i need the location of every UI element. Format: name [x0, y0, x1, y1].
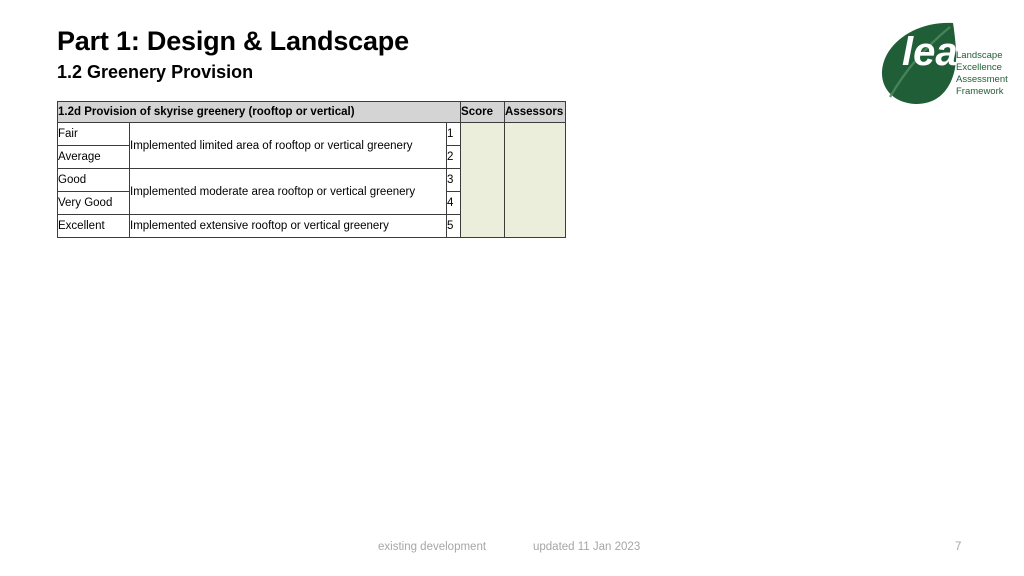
page-title: Part 1: Design & Landscape: [57, 26, 409, 56]
logo-tagline-line-2: Excellence: [956, 62, 1002, 73]
score-number-cell: 4: [445, 191, 462, 215]
description-cell: Implemented limited area of rooftop or v…: [129, 122, 447, 169]
score-number-cell: 1: [445, 122, 462, 146]
assessors-entry-cell[interactable]: [504, 122, 567, 238]
table-row: Fair Implemented limited area of rooftop…: [57, 122, 567, 238]
logo-tagline-line-3: Assessment: [956, 74, 1008, 85]
score-number-cell: 5: [445, 214, 462, 238]
criteria-table: 1.2d Provision of skyrise greenery (roof…: [56, 101, 567, 238]
rating-cell: Fair: [57, 122, 130, 146]
footer-context: existing development: [378, 541, 487, 553]
title-block: Part 1: Design & Landscape 1.2 Greenery …: [57, 26, 757, 84]
leaf-logo: leaf Landscape Excellence Assessment Fra…: [876, 17, 1016, 107]
description-cell: Implemented moderate area rooftop or ver…: [129, 168, 447, 215]
score-number-cell: 3: [445, 168, 462, 192]
score-number-cell: 2: [445, 145, 462, 169]
footer-updated: updated 11 Jan 2023: [533, 541, 641, 553]
page-number: 7: [955, 541, 962, 553]
rating-cell: Average: [57, 145, 130, 169]
table-header-assessors: Assessors: [504, 101, 567, 123]
logo-tagline-line-4: Framework: [956, 86, 1004, 97]
score-entry-cell[interactable]: [460, 122, 506, 238]
table-header-score: Score: [460, 101, 506, 123]
logo-tagline-line-1: Landscape: [956, 50, 1002, 61]
table-header-criterion: 1.2d Provision of skyrise greenery (roof…: [56, 101, 462, 123]
logo-tagline: Landscape Excellence Assessment Framewor…: [956, 50, 1008, 97]
rating-cell: Excellent: [57, 214, 130, 238]
slide-footer: existing development updated 11 Jan 2023…: [0, 541, 1024, 561]
rating-cell: Very Good: [57, 191, 130, 215]
table-header-row: 1.2d Provision of skyrise greenery (roof…: [56, 101, 567, 123]
rating-cell: Good: [57, 168, 130, 192]
page-subtitle: 1.2 Greenery Provision: [57, 62, 254, 83]
description-cell: Implemented extensive rooftop or vertica…: [129, 214, 447, 238]
